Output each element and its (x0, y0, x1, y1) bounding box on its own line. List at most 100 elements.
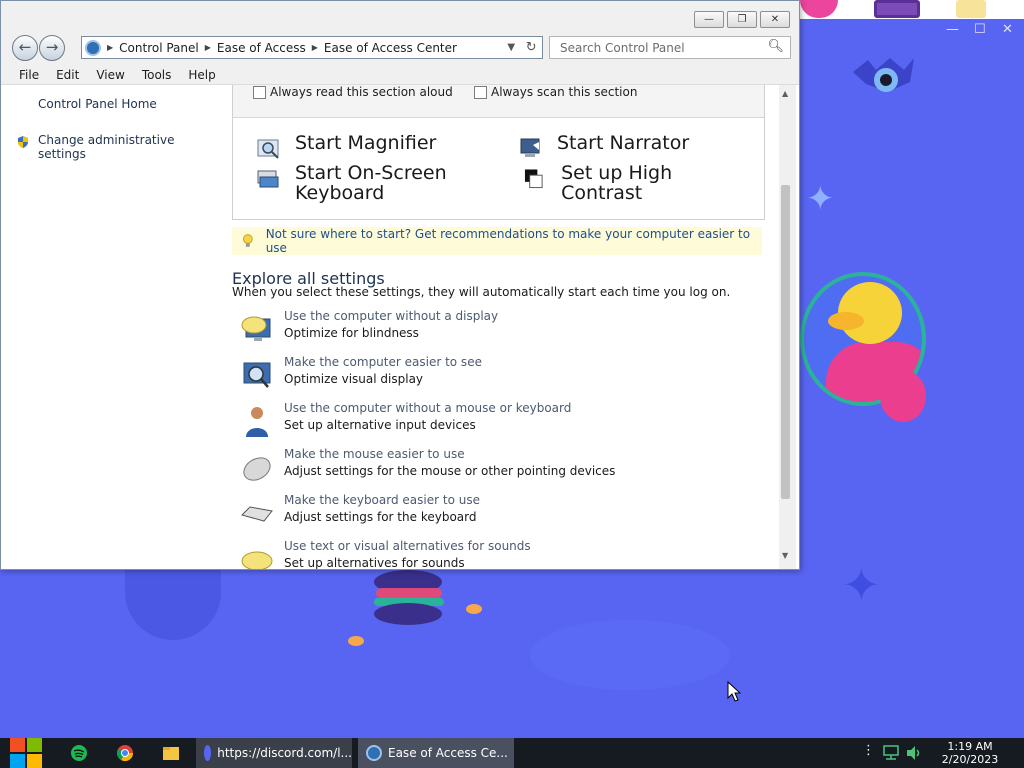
discord-close-button[interactable]: ✕ (1002, 22, 1013, 37)
setting-title[interactable]: Use text or visual alternatives for soun… (284, 539, 531, 553)
spotify-icon[interactable] (70, 744, 88, 762)
ghost-shape (125, 560, 221, 640)
taskbar-discord-label: https://discord.com/l... (217, 746, 352, 760)
confetti-shape (466, 604, 482, 614)
clock-date: 2/20/2023 (941, 753, 999, 766)
search-placeholder: Search Control Panel (560, 40, 685, 55)
address-dropdown-icon[interactable]: ▼ (507, 42, 515, 53)
setting-title[interactable]: Use the computer without a mouse or keyb… (284, 401, 571, 415)
explore-subtitle: When you select these settings, they wil… (232, 285, 731, 299)
breadcrumb-separator-icon[interactable]: ▶ (107, 43, 113, 52)
scroll-down-icon[interactable]: ▼ (782, 551, 788, 560)
setting-title[interactable]: Make the mouse easier to use (284, 447, 465, 461)
server-icon[interactable] (874, 0, 920, 18)
search-input[interactable]: Search Control Panel 🔍︎ (549, 36, 791, 59)
breadcrumb-separator-icon[interactable]: ▶ (205, 43, 211, 52)
person-icon (246, 407, 268, 437)
start-magnifier-label: Start Magnifier (295, 132, 437, 154)
content-area: Control Panel Home Change administrative… (1, 85, 799, 569)
quick-access-options: Always read this section aloud Always sc… (233, 85, 764, 118)
control-panel-home-link[interactable]: Control Panel Home (38, 97, 157, 111)
confetti-shape (348, 636, 364, 646)
breadcrumb-ease-of-access-center[interactable]: Ease of Access Center (324, 41, 457, 55)
menu-file[interactable]: File (19, 68, 39, 82)
taskbar-control-panel-label: Ease of Access Ce... (388, 746, 508, 760)
discord-icon (204, 745, 212, 761)
start-narrator-link[interactable]: Start Narrator (519, 133, 689, 161)
start-on-screen-keyboard-label: Start On-Screen Keyboard (295, 162, 447, 204)
checkbox-box[interactable] (253, 85, 266, 99)
menu-bar: File Edit View Tools Help (1, 66, 799, 85)
vertical-scrollbar[interactable]: ▲ ▼ (779, 85, 796, 569)
title-bar: — ❐ ✕ (1, 1, 799, 33)
sparkle-icon: ✦ (842, 558, 881, 612)
monitor-magnifier-icon (243, 362, 271, 388)
refresh-icon[interactable]: ↻ (526, 40, 537, 55)
overflow-menu-icon[interactable]: ⋮ (862, 743, 875, 758)
magnifier-icon (257, 139, 279, 159)
breadcrumb-ease-of-access[interactable]: Ease of Access (217, 41, 306, 55)
read-aloud-label: Always read this section aloud (270, 85, 453, 99)
checkbox-box[interactable] (474, 85, 487, 99)
read-aloud-checkbox[interactable]: Always read this section aloud (253, 85, 453, 99)
menu-view[interactable]: View (96, 68, 124, 82)
setting-subtitle[interactable]: Adjust settings for the mouse or other p… (284, 464, 615, 478)
taskbar-discord-task[interactable]: https://discord.com/l... (196, 738, 352, 768)
taskbar: https://discord.com/l... Ease of Access … (0, 738, 1024, 768)
high-contrast-icon (524, 169, 543, 189)
setting-subtitle[interactable]: Set up alternative input devices (284, 418, 476, 432)
setting-title[interactable]: Use the computer without a display (284, 309, 498, 323)
mouse-icon (243, 457, 271, 481)
bat-illustration (853, 58, 914, 92)
discord-maximize-button[interactable]: ☐ (974, 22, 986, 37)
start-on-screen-keyboard-link[interactable]: Start On-Screen Keyboard (257, 163, 487, 203)
address-bar[interactable]: ▶ Control Panel ▶ Ease of Access ▶ Ease … (81, 36, 543, 59)
menu-help[interactable]: Help (188, 68, 215, 82)
setting-title[interactable]: Make the computer easier to see (284, 355, 482, 369)
setting-title[interactable]: Make the keyboard easier to use (284, 493, 480, 507)
control-panel-icon (366, 745, 382, 761)
breadcrumb-control-panel[interactable]: Control Panel (119, 41, 199, 55)
volume-icon[interactable] (905, 745, 923, 761)
back-button[interactable]: ← (12, 35, 38, 61)
main-pane: Always read this section aloud Always sc… (232, 85, 778, 569)
discord-minimize-button[interactable]: — (946, 22, 959, 37)
keyboard-icon (241, 506, 273, 522)
maximize-button[interactable]: ❐ (727, 11, 757, 28)
mascot-extra-shape (880, 370, 926, 422)
start-narrator-label: Start Narrator (557, 132, 690, 154)
scan-section-label: Always scan this section (491, 85, 638, 99)
system-clock[interactable]: 1:19 AM 2/20/2023 (930, 740, 1010, 766)
high-contrast-link[interactable]: Set up High Contrast (524, 163, 704, 203)
close-button[interactable]: ✕ (760, 11, 790, 28)
quick-access-panel: Always read this section aloud Always sc… (232, 85, 765, 220)
lightbulb-icon (242, 234, 253, 247)
search-icon[interactable]: 🔍︎ (767, 39, 784, 54)
menu-tools[interactable]: Tools (142, 68, 172, 82)
scan-section-checkbox[interactable]: Always scan this section (474, 85, 637, 99)
setting-subtitle[interactable]: Optimize for blindness (284, 326, 419, 340)
chrome-icon[interactable] (116, 744, 134, 762)
change-admin-settings-link[interactable]: Change administrative settings (38, 133, 226, 161)
recommendations-text[interactable]: Not sure where to start? Get recommendat… (266, 227, 762, 255)
setting-subtitle[interactable]: Optimize visual display (284, 372, 423, 386)
setting-subtitle[interactable]: Adjust settings for the keyboard (284, 510, 476, 524)
minimize-button[interactable]: — (694, 11, 724, 28)
file-explorer-icon[interactable] (162, 744, 180, 762)
narrator-icon (520, 138, 540, 157)
breadcrumb-separator-icon[interactable]: ▶ (312, 43, 318, 52)
network-icon[interactable] (882, 745, 900, 761)
setting-subtitle[interactable]: Set up alternatives for sounds (284, 556, 465, 569)
start-button-windows-icon[interactable] (10, 738, 42, 768)
forward-button[interactable]: → (39, 35, 65, 61)
menu-edit[interactable]: Edit (56, 68, 79, 82)
speech-bubble-icon (241, 551, 273, 569)
scrollbar-thumb[interactable] (781, 185, 790, 499)
recommendations-link[interactable]: Not sure where to start? Get recommendat… (232, 227, 762, 255)
scroll-up-icon[interactable]: ▲ (782, 89, 788, 98)
taskbar-control-panel-task[interactable]: Ease of Access Ce... (358, 738, 514, 768)
server-icon[interactable] (956, 0, 986, 18)
left-pane: Control Panel Home Change administrative… (1, 85, 226, 569)
start-magnifier-link[interactable]: Start Magnifier (257, 133, 436, 161)
cloud-shape (530, 620, 730, 690)
